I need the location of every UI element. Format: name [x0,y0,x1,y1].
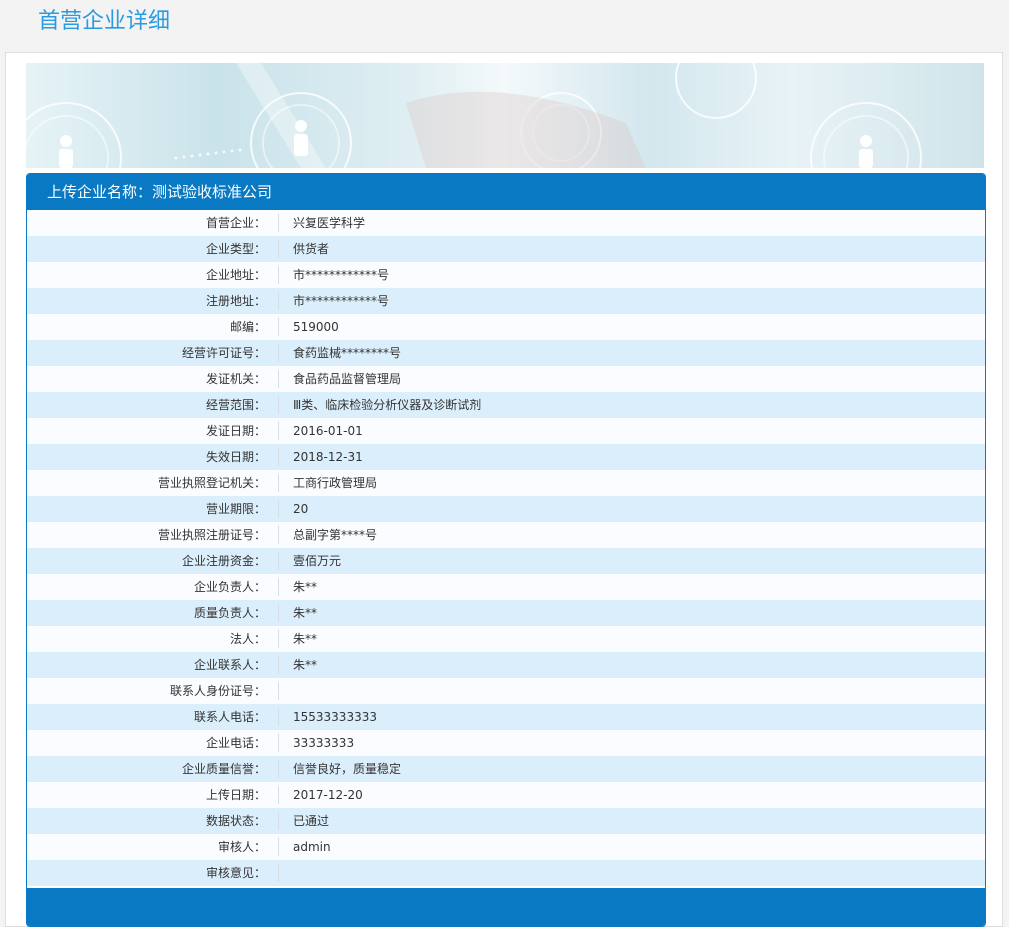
table-row: 首营企业： 兴复医学科学 [27,210,985,236]
field-label: 发证机关： [205,372,266,386]
field-label: 营业期限： [205,502,266,516]
field-value: 已通过 [293,814,330,828]
field-label: 营业执照注册证号： [157,528,266,542]
field-label: 企业电话： [205,736,266,750]
field-label: 注册地址： [205,294,266,308]
field-label: 企业类型： [205,242,266,256]
field-label: 上传日期： [205,788,266,802]
table-row: 注册地址： 市************号 [27,288,985,314]
field-value: 兴复医学科学 [293,216,366,230]
table-row: 企业注册资金： 壹佰万元 [27,548,985,574]
field-value: 2016-01-01 [293,424,363,438]
table-row: 发证机关： 食品药品监督管理局 [27,366,985,392]
field-label: 法人： [229,632,266,646]
field-value: 朱** [293,632,318,646]
field-label: 失效日期： [205,450,266,464]
table-row: 联系人电话： 15533333333 [27,704,985,730]
field-value: 朱** [293,580,318,594]
field-label: 数据状态： [205,814,266,828]
field-value: 33333333 [293,736,355,750]
field-value: 市************号 [293,268,390,282]
table-row: 营业执照注册证号： 总副字第****号 [27,522,985,548]
field-label: 经营范围： [205,398,266,412]
field-value: 朱** [293,606,318,620]
page-title: 首营企业详细 [38,9,171,34]
field-value: 食药监械********号 [293,346,402,360]
header-banner-image [26,63,984,168]
field-label: 审核意见： [205,866,266,880]
table-row: 营业期限： 20 [27,496,985,522]
table-row: 上传日期： 2017-12-20 [27,782,985,808]
table-row: 企业地址： 市************号 [27,262,985,288]
content-panel: 上传企业名称：测试验收标准公司 首营企业： 兴复医学科学企业类型： 供货者企业地址：… [5,52,1003,927]
table-row: 失效日期： 2018-12-31 [27,444,985,470]
field-value: 信誉良好，质量稳定 [293,762,402,776]
field-value: 市************号 [293,294,390,308]
field-label: 营业执照登记机关： [157,476,266,490]
table-row: 审核人： admin [27,834,985,860]
field-label: 经营许可证号： [181,346,266,360]
table-row: 经营范围： Ⅲ类、临床检验分析仪器及诊断试剂 [27,392,985,418]
field-value: Ⅲ类、临床检验分析仪器及诊断试剂 [293,398,482,412]
table-row: 企业电话： 33333333 [27,730,985,756]
table-row: 营业执照登记机关： 工商行政管理局 [27,470,985,496]
table-row: 企业联系人： 朱** [27,652,985,678]
table-row: 邮编： 519000 [27,314,985,340]
banner-illustration [26,63,922,168]
field-value [279,860,293,886]
field-value [279,678,293,704]
field-value: 15533333333 [293,710,377,724]
table-row: 经营许可证号： 食药监械********号 [27,340,985,366]
table-row: 质量负责人： 朱** [27,600,985,626]
field-label: 企业地址： [205,268,266,282]
field-value: 2018-12-31 [293,450,363,464]
table-row: 发证日期： 2016-01-01 [27,418,985,444]
field-label: 企业质量信誉： [181,762,266,776]
field-value: admin [293,840,331,854]
field-label: 联系人电话： [193,710,266,724]
table-row: 联系人身份证号： [27,678,985,704]
detail-table: 首营企业： 兴复医学科学 企业类型： 供货者 企业地址： 市************号 注册… [27,210,985,886]
table-row: 企业质量信誉： 信誉良好，质量稳定 [27,756,985,782]
field-value: 519000 [293,320,339,334]
table-row: 数据状态： 已通过 [27,808,985,834]
field-label: 质量负责人： [193,606,266,620]
table-row: 企业类型： 供货者 [27,236,985,262]
field-value: 壹佰万元 [293,554,342,568]
field-label: 联系人身份证号： [169,684,266,698]
field-label: 发证日期： [205,424,266,438]
field-label: 首营企业： [205,216,266,230]
field-value: 总副字第****号 [293,528,378,542]
field-label: 审核人： [217,840,266,854]
table-row: 企业负责人： 朱** [27,574,985,600]
company-detail-card: 上传企业名称：测试验收标准公司 首营企业： 兴复医学科学企业类型： 供货者企业地址：… [26,173,986,927]
company-name-header: 上传企业名称：测试验收标准公司 [27,174,985,210]
field-label: 企业负责人： [193,580,266,594]
field-value: 食品药品监督管理局 [293,372,402,386]
field-value: 供货者 [293,242,330,256]
table-row: 审核意见： [27,860,985,886]
field-label: 邮编： [229,320,266,334]
table-row: 法人： 朱** [27,626,985,652]
field-value: 2017-12-20 [293,788,363,802]
field-value: 工商行政管理局 [293,476,378,490]
field-label: 企业注册资金： [181,554,266,568]
field-value: 朱** [293,658,318,672]
field-value: 20 [293,502,309,516]
field-label: 企业联系人： [193,658,266,672]
card-footer-bar [27,888,985,926]
